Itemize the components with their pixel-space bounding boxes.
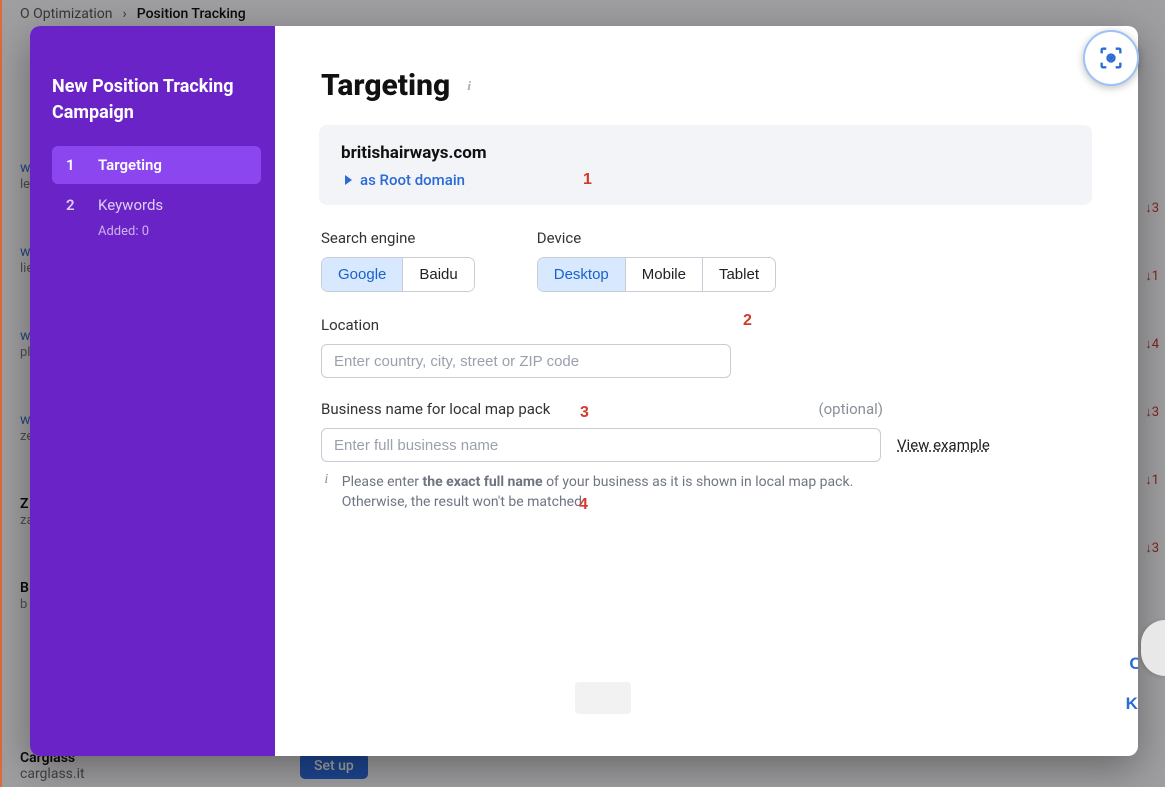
list-item: w [20, 244, 31, 260]
business-label: Business name for local map pack [321, 400, 550, 418]
info-icon: i [321, 472, 332, 513]
business-optional: (optional) [818, 400, 883, 418]
list-item: B [20, 580, 29, 596]
sidebar-title: New Position Tracking Campaign [52, 74, 261, 126]
step-targeting[interactable]: 1 Targeting [52, 146, 261, 184]
modal-content: Targeting i britishairways.com as Root d… [275, 26, 1138, 756]
view-example-link[interactable]: View example [897, 436, 990, 454]
domain-card: britishairways.com as Root domain [319, 125, 1092, 205]
modal-sidebar: New Position Tracking Campaign 1 Targeti… [30, 26, 275, 756]
search-engine-field: Search engine Google Baidu [321, 229, 475, 292]
hint-bold: the exact full name [423, 474, 543, 490]
left-edge-marker [0, 0, 2, 787]
device-tablet[interactable]: Tablet [702, 258, 775, 291]
step-label: Keywords [98, 196, 163, 214]
domain-name: britishairways.com [341, 143, 1070, 163]
screenshot-capture-button[interactable] [1083, 30, 1139, 86]
device-desktop[interactable]: Desktop [538, 258, 625, 291]
list-item: w [20, 328, 31, 344]
business-hint-text: Please enter the exact full name of your… [342, 472, 921, 513]
search-engine-options: Google Baidu [321, 257, 475, 292]
placeholder-box [575, 682, 631, 714]
business-section: Business name for local map pack (option… [321, 400, 1092, 513]
location-section: Location [321, 316, 1092, 378]
list-item: carglass.it [20, 766, 85, 782]
list-item: le [20, 177, 30, 192]
metric: ↓4 [1145, 336, 1159, 352]
page-title: Targeting i [321, 68, 1092, 103]
continue-label: Continue To Keywords [1121, 654, 1138, 714]
list-item: Z [20, 496, 28, 512]
page-title-text: Targeting [321, 68, 450, 103]
breadcrumb: O Optimization › Position Tracking [20, 6, 246, 22]
device-mobile[interactable]: Mobile [625, 258, 702, 291]
list-item: b [20, 597, 27, 612]
annotation-marker-1: 1 [583, 171, 592, 189]
new-campaign-modal: New Position Tracking Campaign 1 Targeti… [30, 26, 1138, 756]
device-field: Device Desktop Mobile Tablet [537, 229, 776, 292]
root-domain-link[interactable]: as Root domain [341, 171, 1070, 189]
metric: ↓3 [1145, 200, 1159, 216]
info-icon[interactable]: i [460, 77, 478, 95]
list-item: pl [20, 345, 30, 360]
annotation-marker-4: 4 [579, 496, 588, 514]
step-label: Targeting [98, 156, 162, 174]
breadcrumb-prev: O Optimization [20, 6, 113, 22]
hint-pre: Please enter [342, 474, 423, 490]
annotation-marker-2: 2 [743, 312, 752, 330]
device-options: Desktop Mobile Tablet [537, 257, 776, 292]
breadcrumb-current: Position Tracking [137, 6, 246, 22]
setup-button[interactable]: Set up [300, 753, 368, 779]
capture-icon [1097, 44, 1125, 72]
search-engine-google[interactable]: Google [322, 258, 402, 291]
annotation-marker-3: 3 [580, 404, 589, 422]
list-item: w [20, 160, 31, 176]
metric: ↓3 [1145, 540, 1159, 556]
business-name-input[interactable] [321, 428, 881, 462]
business-hint: i Please enter the exact full name of yo… [321, 472, 921, 513]
step-keywords[interactable]: 2 Keywords [52, 186, 261, 224]
location-label: Location [321, 316, 1092, 334]
step-keywords-sub: Added: 0 [52, 224, 261, 239]
location-input[interactable] [321, 344, 731, 378]
background-metrics: ↓3 ↓1 ↓4 ↓3 ↓1 ↓3 [1145, 200, 1159, 608]
continue-button[interactable]: Continue To Keywords [1121, 654, 1138, 714]
chevron-right-icon [345, 175, 352, 185]
root-domain-label: as Root domain [360, 171, 465, 189]
search-engine-label: Search engine [321, 229, 475, 247]
metric: ↓3 [1145, 404, 1159, 420]
device-label: Device [537, 229, 776, 247]
chevron-right-icon: › [123, 6, 127, 22]
step-number: 2 [66, 196, 80, 214]
list-item: w [20, 412, 31, 428]
search-engine-baidu[interactable]: Baidu [402, 258, 473, 291]
metric: ↓1 [1145, 472, 1159, 488]
metric: ↓1 [1145, 268, 1159, 284]
step-number: 1 [66, 156, 80, 174]
